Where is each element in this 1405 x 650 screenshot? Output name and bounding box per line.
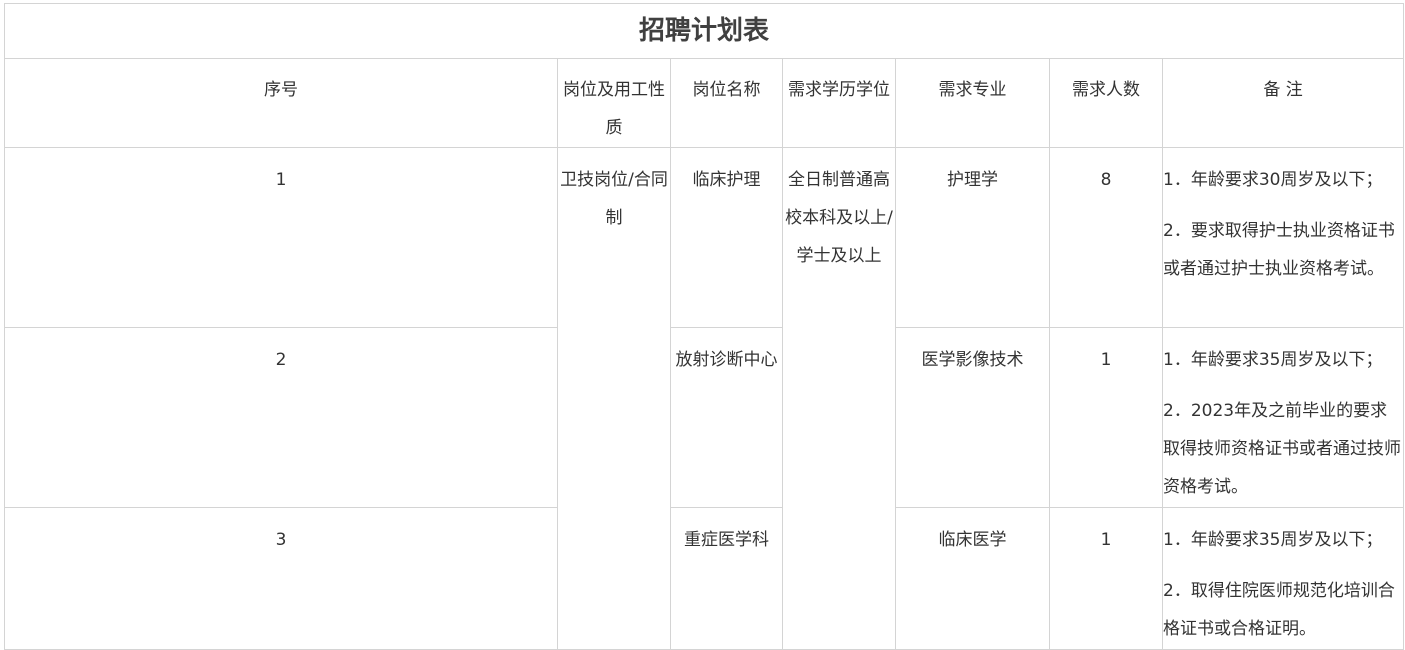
education-cell: 全日制普通高校本科及以上/学士及以上 [782, 147, 896, 650]
major-cell: 护理学 [895, 147, 1050, 328]
major-cell: 医学影像技术 [895, 327, 1050, 508]
count-cell: 1 [1049, 327, 1163, 508]
header-major: 需求专业 [895, 58, 1050, 148]
table-row: 2 放射诊断中心 医学影像技术 1 1．年龄要求35周岁及以下； 2．2023年… [4, 327, 1405, 508]
recruitment-table: 招聘计划表 序号 岗位及用工性质 岗位名称 需求学历学位 需求专业 需求人数 备… [3, 3, 1405, 650]
job-nature-cell: 卫技岗位/合同制 [557, 147, 671, 650]
job-name-cell: 放射诊断中心 [670, 327, 783, 508]
recruitment-plan: 招聘计划表 序号 岗位及用工性质 岗位名称 需求学历学位 需求专业 需求人数 备… [3, 3, 1405, 650]
major-cell: 临床医学 [895, 507, 1050, 650]
header-name: 岗位名称 [670, 58, 783, 148]
count-cell: 1 [1049, 507, 1163, 650]
count-cell: 8 [1049, 147, 1163, 328]
note-line: 1．年龄要求35周岁及以下； [1163, 350, 1383, 370]
header-education: 需求学历学位 [782, 58, 896, 148]
row-seq: 3 [4, 507, 558, 650]
note-line: 2．要求取得护士执业资格证书或者通过护士执业资格考试。 [1163, 221, 1395, 279]
note-line: 1．年龄要求35周岁及以下； [1163, 530, 1383, 550]
table-row: 3 重症医学科 临床医学 1 1．年龄要求35周岁及以下； 2．取得住院医师规范… [4, 507, 1405, 650]
job-name-cell: 重症医学科 [670, 507, 783, 650]
notes-cell: 1．年龄要求35周岁及以下； 2．2023年及之前毕业的要求取得技师资格证书或者… [1161, 327, 1405, 508]
header-notes: 备 注 [1161, 58, 1405, 148]
row-seq: 1 [4, 147, 558, 328]
header-nature: 岗位及用工性质 [557, 58, 671, 148]
job-name-cell: 临床护理 [670, 147, 783, 328]
header-count: 需求人数 [1049, 58, 1163, 148]
note-line: 1．年龄要求30周岁及以下； [1163, 170, 1383, 190]
row-seq: 2 [4, 327, 558, 508]
note-line: 2．取得住院医师规范化培训合格证书或合格证明。 [1163, 581, 1395, 639]
notes-cell: 1．年龄要求35周岁及以下； 2．取得住院医师规范化培训合格证书或合格证明。 [1161, 507, 1405, 650]
header-seq: 序号 [4, 58, 558, 148]
table-title: 招聘计划表 [3, 3, 1405, 59]
notes-cell: 1．年龄要求30周岁及以下； 2．要求取得护士执业资格证书或者通过护士执业资格考… [1161, 147, 1405, 328]
header-row: 序号 岗位及用工性质 岗位名称 需求学历学位 需求专业 需求人数 备 注 [4, 58, 1405, 148]
table-row: 1 卫技岗位/合同制 临床护理 全日制普通高校本科及以上/学士及以上 护理学 8… [4, 147, 1405, 650]
note-line: 2．2023年及之前毕业的要求取得技师资格证书或者通过技师资格考试。 [1163, 401, 1401, 497]
